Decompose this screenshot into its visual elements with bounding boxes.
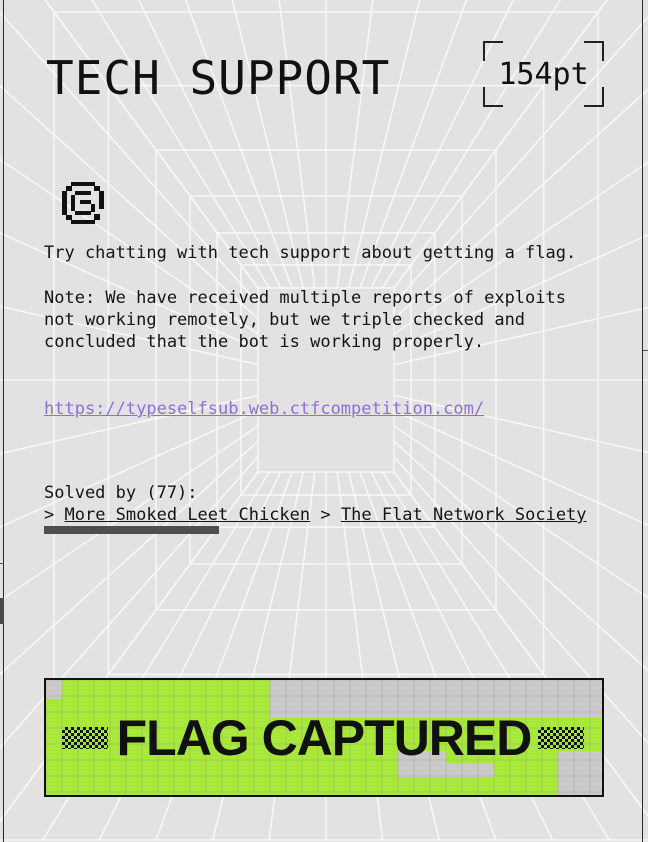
solver-prefix: > xyxy=(320,505,331,525)
edge-tick xyxy=(0,563,4,564)
bracket-corner xyxy=(483,87,503,107)
spiral-icon xyxy=(62,182,104,224)
flag-captured-banner: FLAG CAPTURED xyxy=(44,678,604,797)
solver-link[interactable]: More Smoked Leet Chicken xyxy=(65,504,311,526)
note-line: not working remotely, but we triple chec… xyxy=(44,310,526,330)
challenge-title: TECH SUPPORT xyxy=(46,51,391,105)
note-line: concluded that the bot is working proper… xyxy=(44,332,485,352)
points-badge: 154pt xyxy=(483,41,604,107)
solvers-list: > More Smoked Leet Chicken > The Flat Ne… xyxy=(44,504,587,526)
bracket-corner xyxy=(584,87,604,107)
solver-prefix: > xyxy=(44,505,55,525)
solved-by-label: Solved by (77): xyxy=(44,483,198,503)
solver-link[interactable]: The Flat Network Society xyxy=(341,504,587,526)
points-value: 154pt xyxy=(498,56,589,92)
note-line: Note: We have received multiple reports … xyxy=(44,288,566,308)
flag-status-text: FLAG CAPTURED xyxy=(116,709,533,766)
panel-border-left xyxy=(3,0,4,842)
bracket-corner xyxy=(584,41,604,61)
edge-marker xyxy=(0,598,4,624)
challenge-note: Note: We have received multiple reports … xyxy=(44,287,566,353)
panel-border-right xyxy=(642,0,643,842)
horizontal-scrollbar[interactable] xyxy=(44,526,219,534)
edge-tick xyxy=(643,350,648,351)
challenge-link[interactable]: https://typeselfsub.web.ctfcompetition.c… xyxy=(44,398,484,420)
challenge-description: Try chatting with tech support about get… xyxy=(44,243,577,263)
bracket-corner xyxy=(483,41,503,61)
